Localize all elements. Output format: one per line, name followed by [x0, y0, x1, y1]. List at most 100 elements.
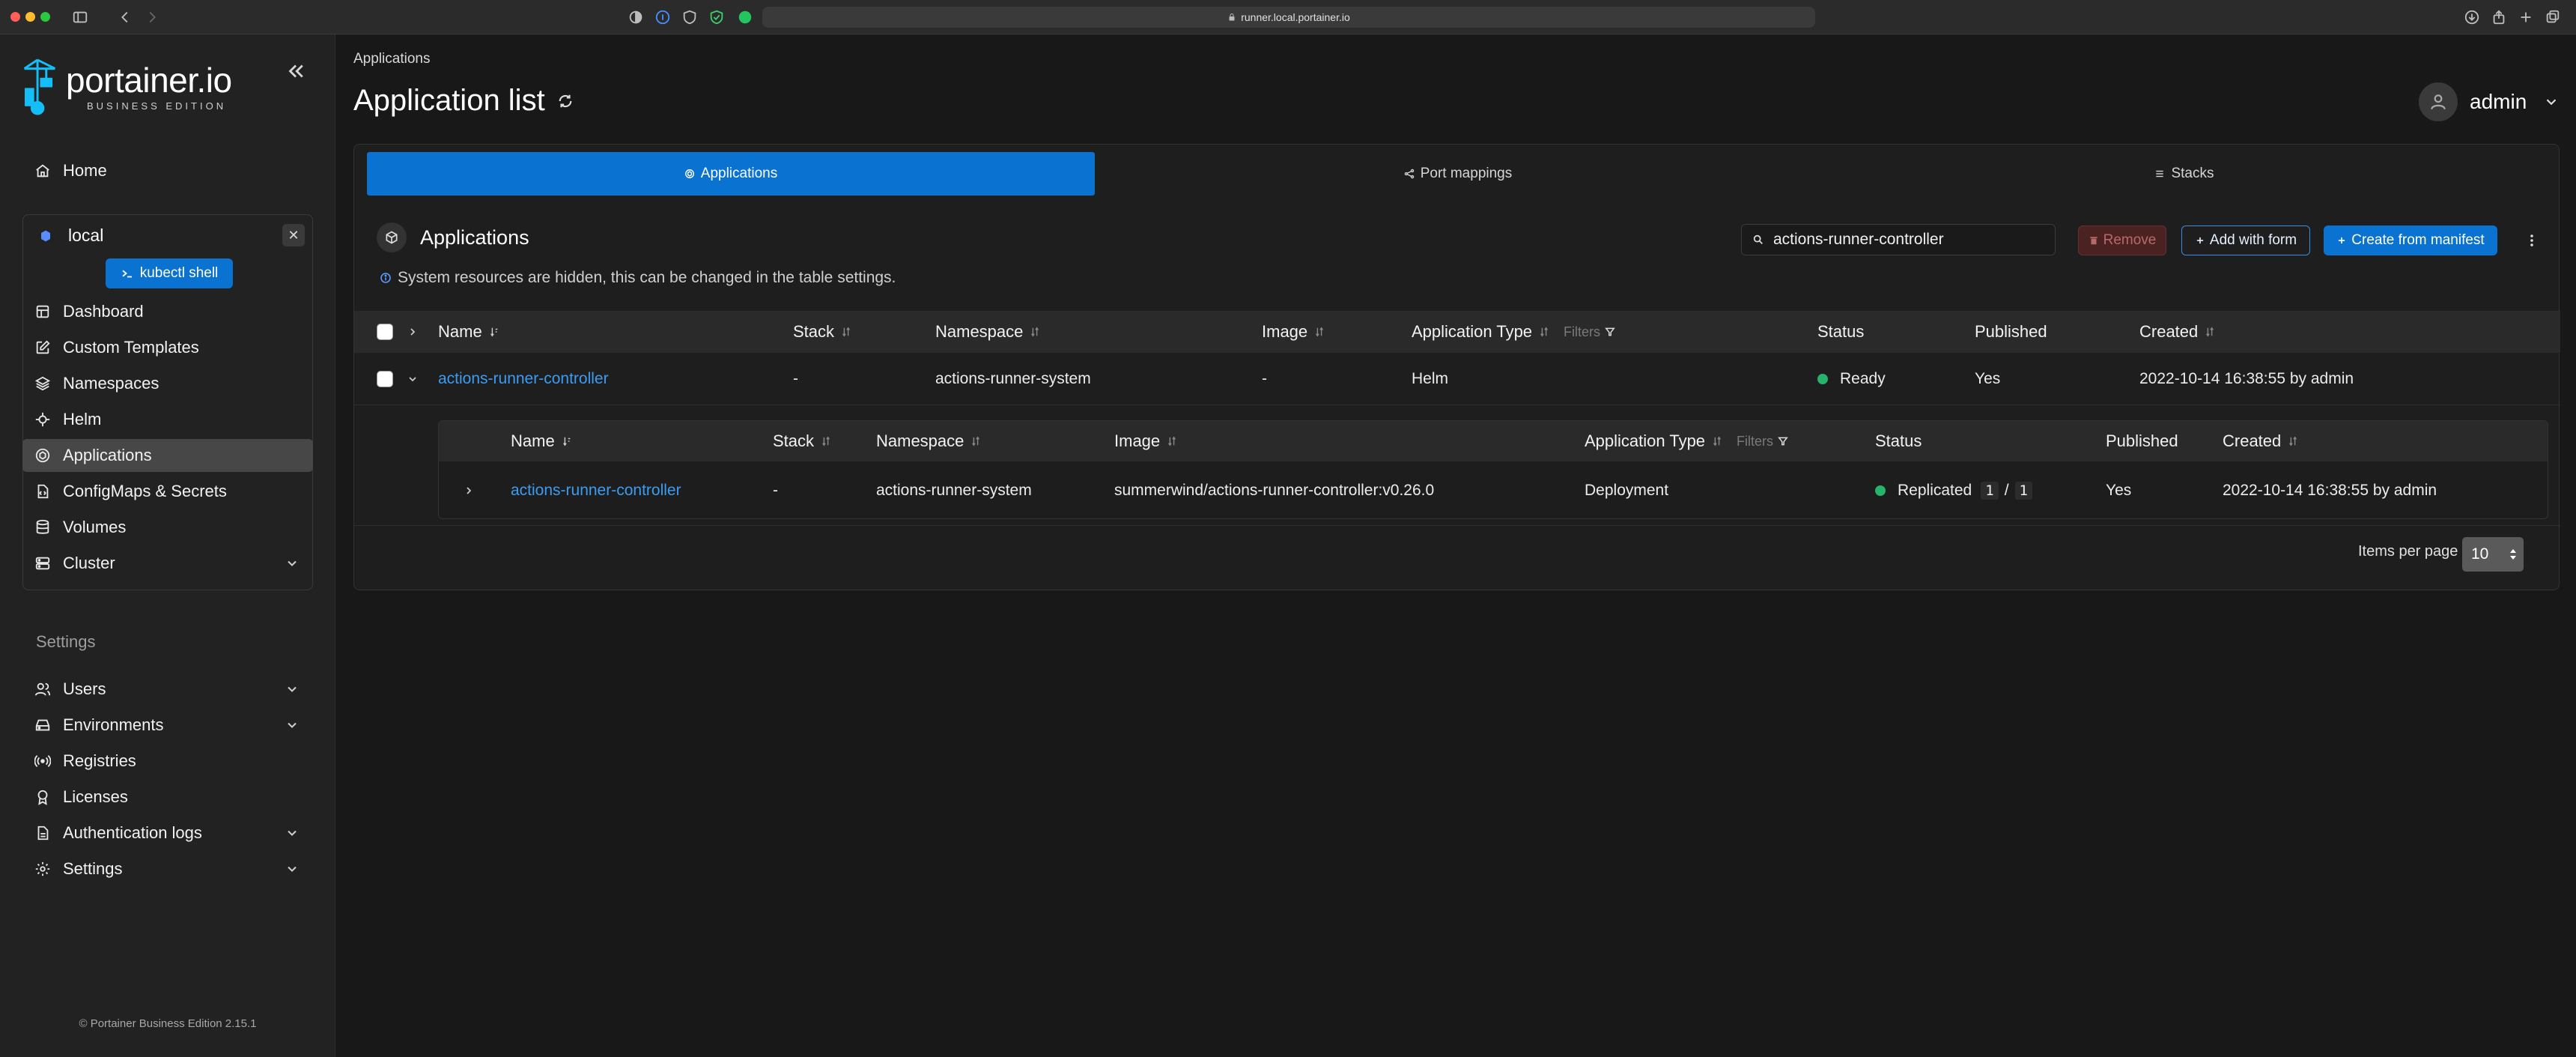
sort-descending-icon: [562, 436, 571, 446]
column-header-published: Published: [1975, 311, 2047, 353]
column-header-image[interactable]: Image: [1262, 311, 1324, 353]
sidebar-item-label: Registries: [63, 751, 136, 770]
share-icon[interactable]: [2491, 9, 2507, 25]
zoom-window-button[interactable]: [40, 12, 50, 22]
sidebar-item-applications[interactable]: Applications: [22, 439, 313, 472]
column-label: Namespace: [876, 431, 965, 450]
column-label: Name: [511, 431, 555, 450]
tab-overview-icon[interactable]: [2545, 9, 2561, 25]
home-icon: [34, 163, 51, 179]
new-tab-icon[interactable]: [2518, 9, 2534, 25]
create-from-manifest-button[interactable]: Create from manifest: [2324, 225, 2497, 255]
column-header-created[interactable]: Created: [2139, 311, 2214, 353]
user-menu[interactable]: admin: [2419, 82, 2560, 121]
extension-check-icon[interactable]: [708, 9, 725, 25]
sidebar-item-dashboard[interactable]: Dashboard: [22, 295, 313, 328]
sort-descending-icon: [490, 327, 499, 337]
sidebar-item-custom-templates[interactable]: Custom Templates: [22, 331, 313, 364]
column-header-application-type[interactable]: Application Type Filters: [1412, 311, 1615, 353]
sidebar-item-configmaps-secrets[interactable]: ConfigMaps & Secrets: [22, 475, 313, 508]
extension-password-icon[interactable]: [654, 9, 671, 25]
more-options-icon[interactable]: [2523, 231, 2541, 249]
tab-applications[interactable]: Applications: [367, 152, 1095, 196]
items-per-page-select[interactable]: 10: [2462, 537, 2524, 572]
search-input[interactable]: [1773, 231, 2043, 249]
column-header-namespace[interactable]: Namespace: [935, 311, 1039, 353]
tab-port-mappings[interactable]: Port mappings: [1095, 152, 1821, 196]
sidebar-item-licenses[interactable]: Licenses: [22, 781, 313, 814]
kubectl-shell-button[interactable]: kubectl shell: [106, 258, 233, 288]
extension-grammar-icon[interactable]: [737, 9, 753, 25]
sidebar-item-home[interactable]: Home: [22, 154, 313, 187]
sidebar-item-label: Applications: [63, 446, 152, 464]
minimize-window-button[interactable]: [25, 12, 35, 22]
back-icon[interactable]: [117, 9, 133, 25]
sidebar-item-users[interactable]: Users: [22, 673, 313, 706]
close-environment-button[interactable]: ✕: [282, 224, 305, 246]
search-box: [1741, 224, 2056, 255]
replicas-ready: 1: [1981, 482, 1999, 500]
namespace-cell: actions-runner-system: [935, 369, 1091, 387]
row-checkbox[interactable]: [377, 370, 393, 387]
sidebar-item-volumes[interactable]: Volumes: [22, 511, 313, 544]
sidebar-item-helm[interactable]: Helm: [22, 403, 313, 436]
filters-toggle[interactable]: Filters: [1564, 324, 1615, 340]
edit-icon: [34, 339, 51, 356]
remove-button[interactable]: Remove: [2078, 225, 2166, 255]
table-header: Name Stack Namespace Image Application T…: [354, 311, 2560, 353]
collapse-sidebar-icon[interactable]: [285, 60, 307, 82]
sidebar-item-label: Authentication logs: [63, 823, 202, 842]
select-all-checkbox[interactable]: [377, 324, 393, 340]
row-expand-cell: [463, 461, 475, 520]
sidebar-item-settings[interactable]: Settings: [22, 852, 313, 885]
tab-label: Applications: [700, 166, 778, 181]
column-header-namespace[interactable]: Namespace: [876, 421, 980, 461]
sort-icon: [2205, 327, 2214, 337]
username: admin: [2470, 90, 2527, 113]
filter-icon: [1773, 436, 1788, 446]
file-text-icon: [34, 825, 51, 841]
application-name-link[interactable]: actions-runner-controller: [438, 353, 609, 405]
column-label: Application Type: [1585, 431, 1706, 450]
column-header-name[interactable]: Name: [438, 311, 499, 353]
column-header-image[interactable]: Image: [1114, 421, 1176, 461]
expand-all-cell: [407, 311, 419, 353]
chevron-down-icon[interactable]: [407, 373, 419, 385]
column-header-name[interactable]: Name: [511, 421, 571, 461]
column-header-stack[interactable]: Stack: [773, 421, 830, 461]
sidebar-item-registries[interactable]: Registries: [22, 745, 313, 778]
remove-label: Remove: [2103, 232, 2157, 248]
add-with-form-button[interactable]: Add with form: [2181, 225, 2310, 255]
column-header-stack[interactable]: Stack: [793, 311, 851, 353]
close-window-button[interactable]: [10, 12, 20, 22]
status-cell: Replicated 1 / 1: [1875, 461, 2032, 520]
status-cell: Ready: [1817, 353, 1886, 405]
deployment-name-link[interactable]: actions-runner-controller: [511, 461, 681, 520]
forward-icon[interactable]: [144, 9, 160, 25]
sidebar-item-cluster[interactable]: Cluster: [22, 547, 313, 580]
chevron-right-icon[interactable]: [463, 485, 475, 497]
address-bar[interactable]: runner.local.portainer.io: [762, 7, 1815, 28]
sidebar-item-environments[interactable]: Environments: [22, 709, 313, 742]
refresh-icon[interactable]: [557, 93, 574, 109]
extension-privacy-icon[interactable]: [681, 9, 698, 25]
portainer-logo[interactable]: portainer.io BUSINESS EDITION: [21, 57, 298, 117]
applications-section-header: Applications: [377, 222, 529, 252]
table-row: actions-runner-controller - actions-runn…: [354, 353, 2560, 405]
extension-shield-icon[interactable]: [628, 9, 644, 25]
trash-icon: [2089, 235, 2099, 246]
server-icon: [34, 555, 51, 572]
chevron-down-icon: [285, 682, 300, 697]
sidebar-item-authentication-logs[interactable]: Authentication logs: [22, 817, 313, 849]
column-header-application-type[interactable]: Application Type Filters: [1585, 421, 1788, 461]
column-header-created[interactable]: Created: [2223, 421, 2297, 461]
chevron-right-icon[interactable]: [407, 326, 419, 338]
logo-wordmark: portainer.io: [66, 61, 232, 100]
tab-stacks[interactable]: Stacks: [1821, 152, 2548, 196]
filters-toggle[interactable]: Filters: [1737, 434, 1788, 449]
sidebar-item-label: Volumes: [63, 518, 127, 536]
download-icon[interactable]: [2464, 9, 2480, 25]
sidebar-toggle-icon[interactable]: [72, 9, 88, 25]
sidebar-item-namespaces[interactable]: Namespaces: [22, 367, 313, 400]
column-label: Stack: [773, 431, 815, 450]
